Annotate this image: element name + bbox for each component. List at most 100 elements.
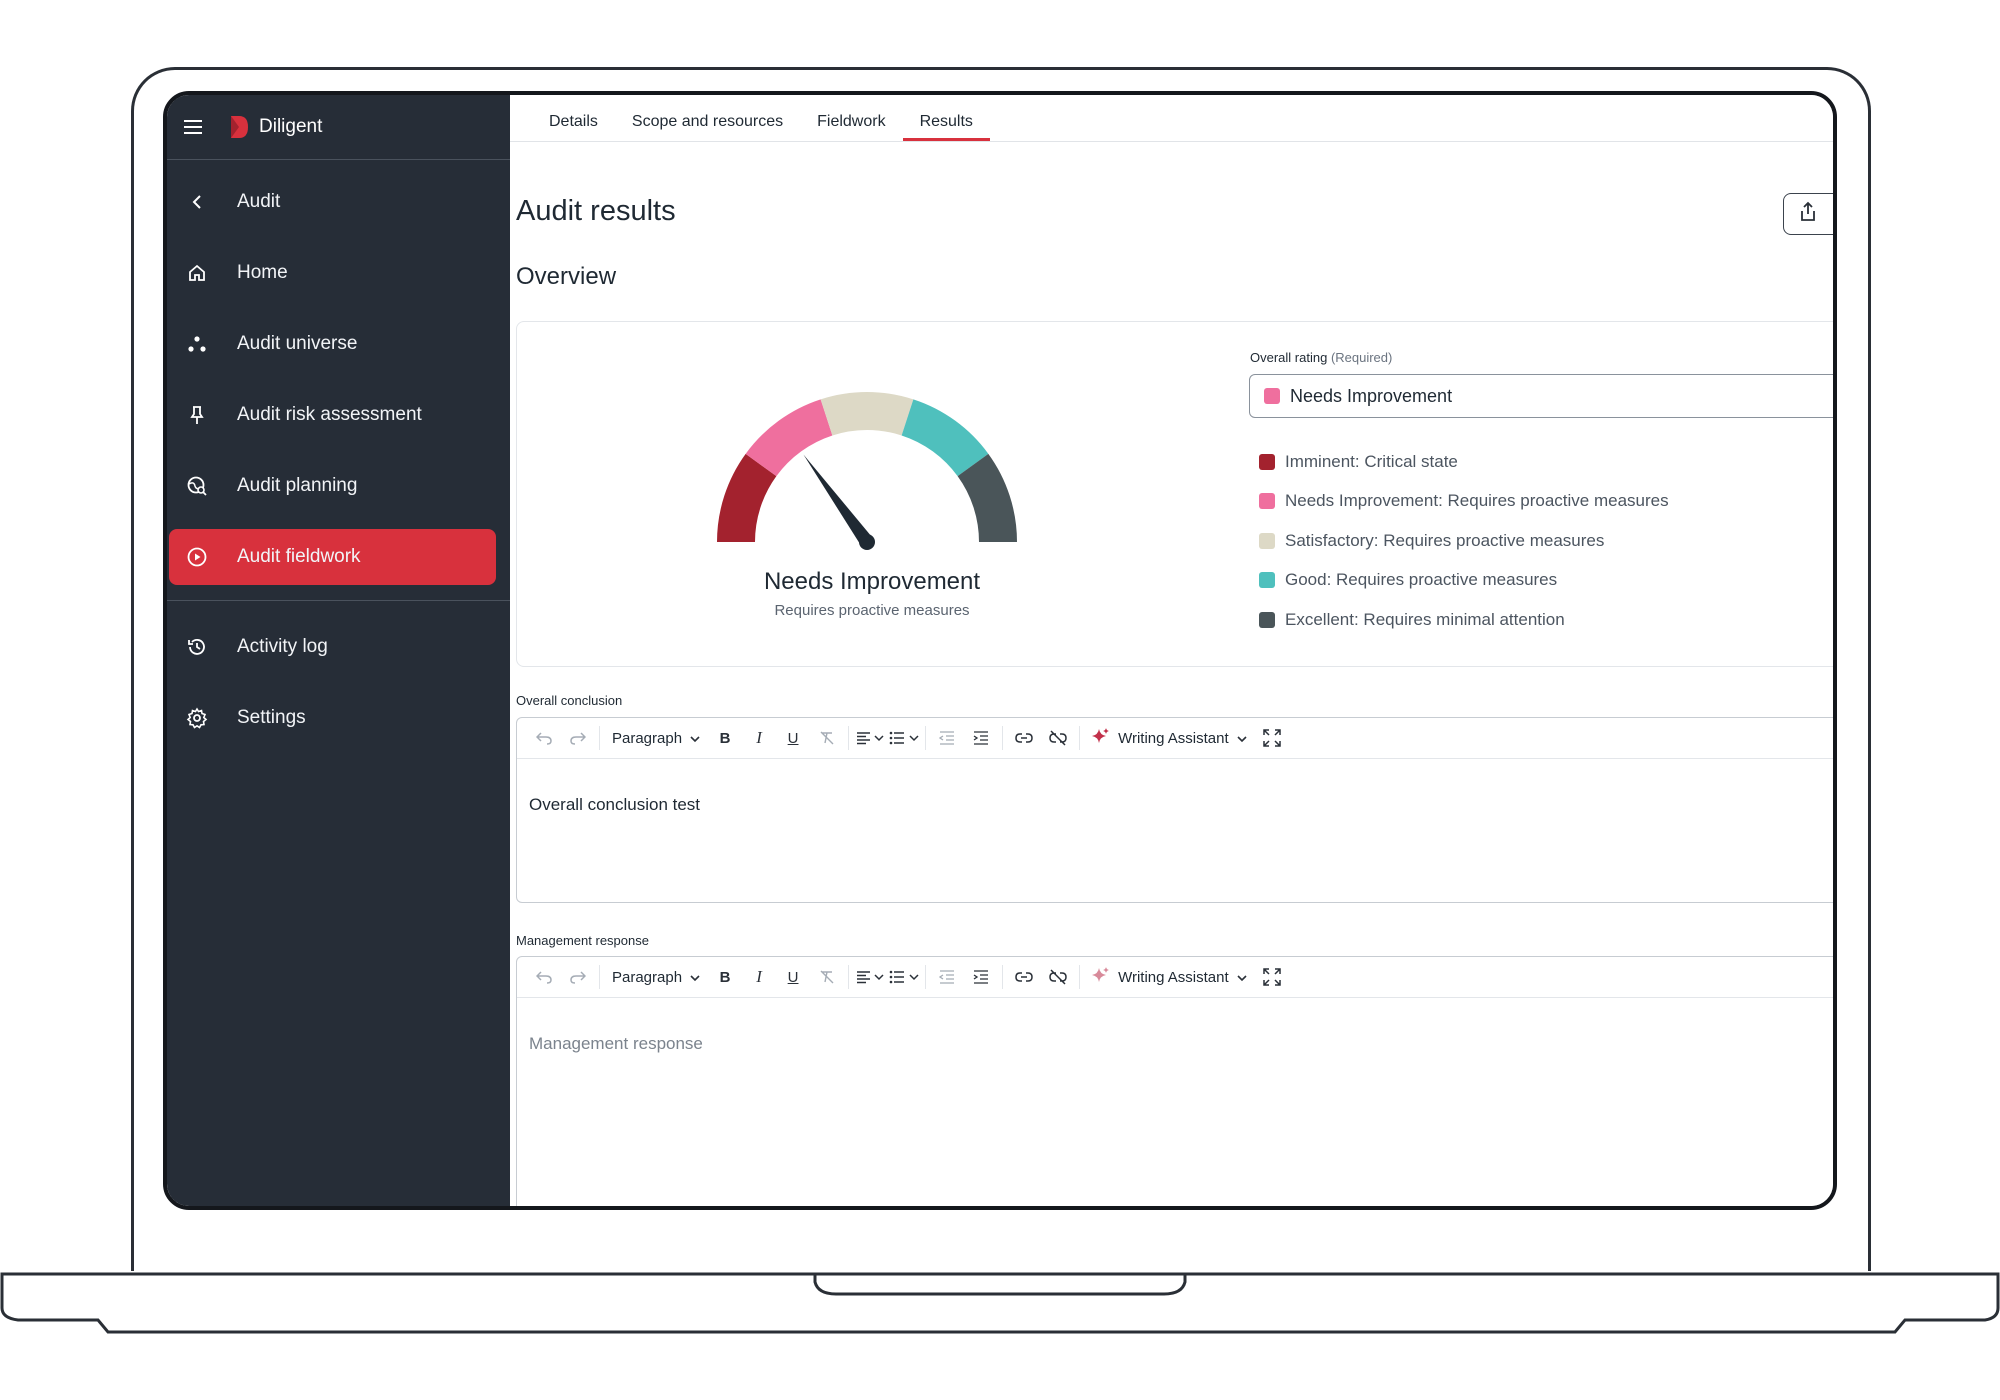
- overall-conclusion-editor: Paragraph B I U Writing Assistant Overal…: [516, 717, 1833, 903]
- history-icon: [185, 635, 209, 659]
- sidebar-divider: [167, 600, 510, 601]
- management-response-input[interactable]: Management response: [517, 998, 1833, 1090]
- legend-swatch: [1259, 611, 1275, 628]
- gauge-needle: [803, 454, 875, 550]
- sidebar-item-label: Activity log: [237, 636, 328, 657]
- tab-fieldwork[interactable]: Fieldwork: [800, 113, 902, 141]
- writing-assistant-dropdown[interactable]: Writing Assistant: [1084, 966, 1255, 988]
- sidebar-item-label: Audit universe: [237, 333, 358, 354]
- redo-icon[interactable]: [561, 724, 595, 752]
- export-button[interactable]: [1783, 193, 1833, 235]
- gauge-sub-label: Requires proactive measures: [774, 602, 970, 619]
- legend-item: Imminent: Critical state: [1259, 442, 1669, 482]
- management-response-label: Management response: [516, 933, 649, 948]
- hamburger-menu-icon[interactable]: [181, 115, 205, 139]
- overall-conclusion-label: Overall conclusion: [516, 693, 623, 708]
- outdent-icon[interactable]: [930, 963, 964, 991]
- writing-assistant-label: Writing Assistant: [1118, 968, 1229, 986]
- diligent-logo-icon: [229, 115, 249, 139]
- writing-assistant-label: Writing Assistant: [1118, 729, 1229, 747]
- chevron-down-icon: [690, 730, 700, 747]
- paragraph-style-dropdown[interactable]: Paragraph: [604, 730, 708, 747]
- fullscreen-icon[interactable]: [1255, 963, 1289, 991]
- list-dropdown-icon[interactable]: [887, 963, 921, 991]
- toolbar-divider: [925, 965, 927, 989]
- paragraph-style-dropdown[interactable]: Paragraph: [604, 969, 708, 986]
- selected-rating-value: Needs Improvement: [1290, 385, 1453, 406]
- italic-icon[interactable]: I: [742, 724, 776, 752]
- align-dropdown-icon[interactable]: [853, 724, 887, 752]
- gauge-segment: [820, 392, 914, 436]
- tab-details[interactable]: Details: [532, 113, 615, 141]
- italic-icon[interactable]: I: [742, 963, 776, 991]
- tab-scope-and-resources[interactable]: Scope and resources: [615, 113, 800, 141]
- redo-icon[interactable]: [561, 963, 595, 991]
- gear-icon: [185, 706, 209, 730]
- sidebar-item-home[interactable]: Home: [169, 245, 496, 301]
- legend-item: Needs Improvement: Requires proactive me…: [1259, 482, 1669, 522]
- outdent-icon[interactable]: [930, 724, 964, 752]
- bold-icon[interactable]: B: [708, 724, 742, 752]
- editor-toolbar: Paragraph B I U Writing Assistant: [517, 957, 1833, 998]
- rating-legend: Imminent: Critical state Needs Improveme…: [1259, 442, 1669, 640]
- underline-icon[interactable]: U: [776, 724, 810, 752]
- clear-format-icon[interactable]: [810, 724, 844, 752]
- sidebar-back-audit[interactable]: Audit: [169, 174, 496, 230]
- fullscreen-icon[interactable]: [1255, 724, 1289, 752]
- sidebar-item-audit-planning[interactable]: Audit planning: [169, 458, 496, 514]
- sidebar-item-audit-risk-assessment[interactable]: Audit risk assessment: [169, 387, 496, 443]
- underline-icon[interactable]: U: [776, 963, 810, 991]
- paragraph-style-value: Paragraph: [612, 729, 683, 747]
- chevron-down-icon: [1237, 730, 1247, 747]
- selected-rating-swatch: [1264, 388, 1280, 404]
- overall-rating-select[interactable]: Needs Improvement: [1249, 374, 1833, 418]
- toolbar-divider: [848, 965, 850, 989]
- toolbar-divider: [599, 965, 600, 989]
- sidebar: Diligent Audit Home Audit universe Audit…: [167, 95, 510, 1206]
- sidebar-item-label: Audit fieldwork: [237, 546, 361, 567]
- sidebar-item-settings[interactable]: Settings: [169, 690, 496, 746]
- list-dropdown-icon[interactable]: [887, 724, 921, 752]
- toolbar-divider: [925, 726, 927, 750]
- writing-assistant-dropdown[interactable]: Writing Assistant: [1084, 727, 1255, 749]
- legend-swatch: [1259, 453, 1275, 470]
- main-content: Details Scope and resources Fieldwork Re…: [510, 95, 1833, 1206]
- bold-icon[interactable]: B: [708, 963, 742, 991]
- paragraph-style-value: Paragraph: [612, 968, 683, 986]
- management-response-editor: Paragraph B I U Writing Assistant Manage…: [516, 956, 1833, 1206]
- gauge-value-label: Needs Improvement: [763, 568, 981, 595]
- gauge-needle-hub: [859, 534, 875, 550]
- globe-search-icon: [185, 474, 209, 498]
- overall-conclusion-input[interactable]: Overall conclusion test: [517, 759, 1833, 851]
- legend-label: Satisfactory: Requires proactive measure…: [1285, 530, 1605, 550]
- indent-icon[interactable]: [964, 963, 998, 991]
- sidebar-item-audit-fieldwork[interactable]: Audit fieldwork: [169, 529, 496, 585]
- legend-swatch: [1259, 493, 1275, 510]
- legend-item: Satisfactory: Requires proactive measure…: [1259, 521, 1669, 561]
- align-dropdown-icon[interactable]: [853, 963, 887, 991]
- legend-item: Excellent: Requires minimal attention: [1259, 600, 1669, 640]
- sidebar-item-label: Audit risk assessment: [237, 404, 422, 425]
- clear-format-icon[interactable]: [810, 963, 844, 991]
- tab-results[interactable]: Results: [902, 113, 990, 141]
- toolbar-divider: [848, 726, 850, 750]
- legend-label: Good: Requires proactive measures: [1285, 570, 1558, 590]
- toolbar-divider: [1079, 965, 1081, 989]
- unlink-icon[interactable]: [1041, 724, 1075, 752]
- sidebar-item-activity-log[interactable]: Activity log: [169, 619, 496, 675]
- unlink-icon[interactable]: [1041, 963, 1075, 991]
- required-marker: (Required): [1330, 350, 1393, 365]
- indent-icon[interactable]: [964, 724, 998, 752]
- legend-label: Imminent: Critical state: [1285, 451, 1458, 471]
- brand-name: Diligent: [259, 116, 323, 137]
- link-icon[interactable]: [1007, 724, 1041, 752]
- gauge-needle-pointer: [803, 454, 873, 547]
- play-circle-icon: [185, 545, 209, 569]
- chevron-down-icon: [1237, 969, 1247, 986]
- tab-bar: Details Scope and resources Fieldwork Re…: [510, 95, 1833, 142]
- undo-icon[interactable]: [527, 724, 561, 752]
- undo-icon[interactable]: [527, 963, 561, 991]
- sparkle-icon: [1092, 727, 1110, 749]
- link-icon[interactable]: [1007, 963, 1041, 991]
- sidebar-item-audit-universe[interactable]: Audit universe: [169, 316, 496, 372]
